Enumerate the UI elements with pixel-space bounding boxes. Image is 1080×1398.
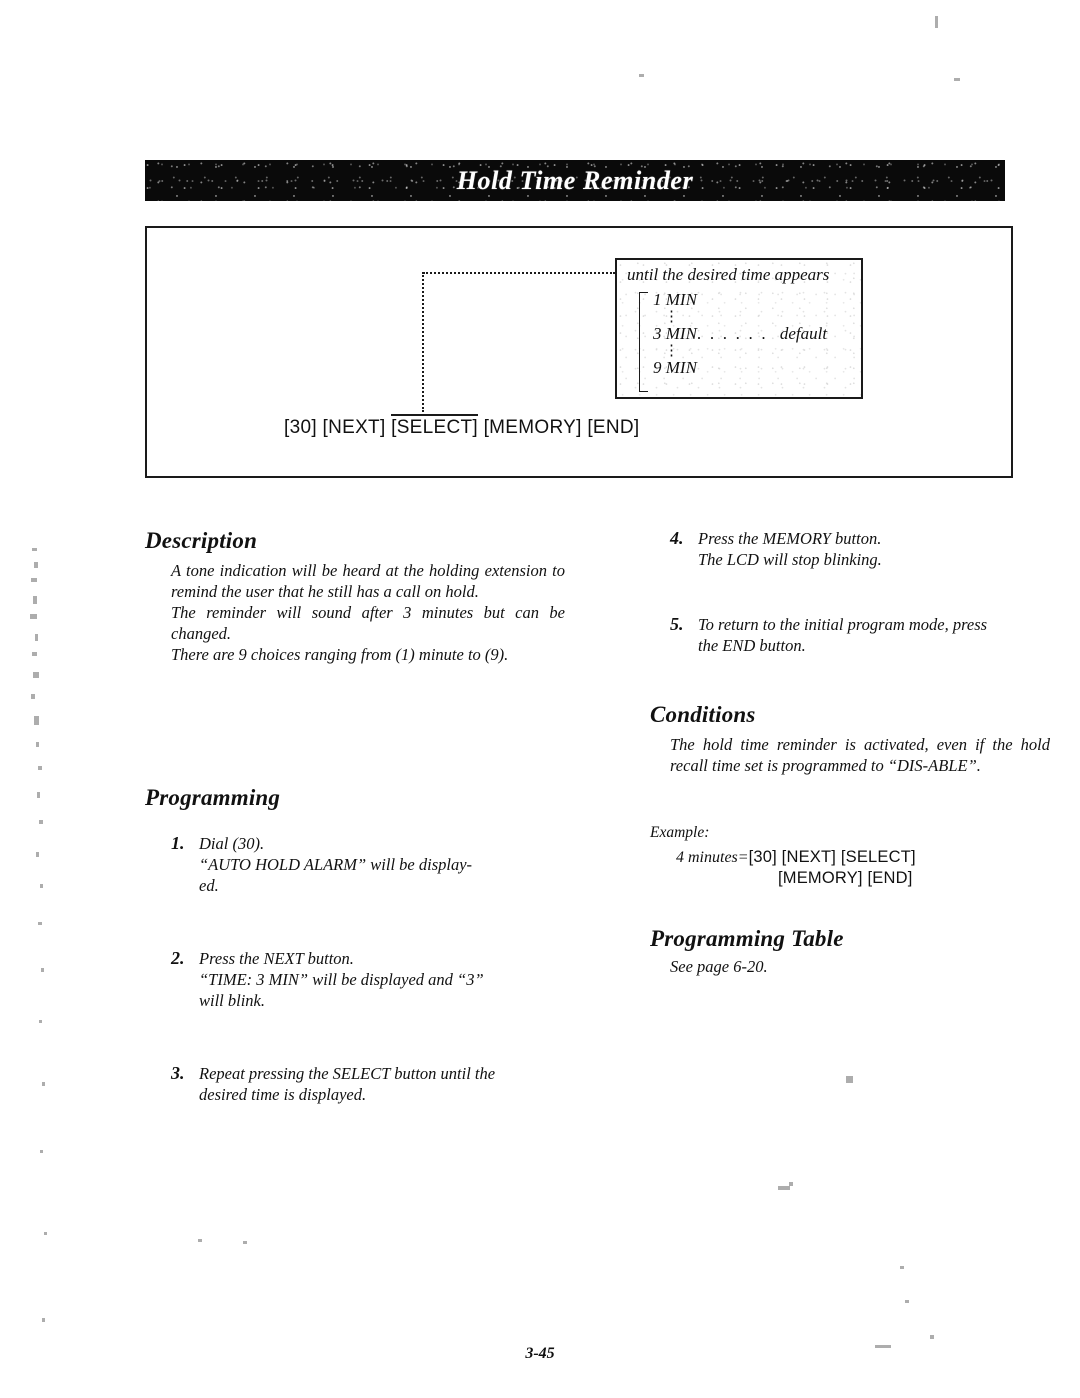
programming-step-3: 3. Repeat pressing the SELECT button unt… <box>171 1063 565 1105</box>
bracket-brace-icon <box>639 292 648 392</box>
page-title: Hold Time Reminder <box>456 165 694 195</box>
key-end: [END] <box>587 417 640 438</box>
option-3-min-note: default <box>779 324 828 343</box>
callout-option-list: 1 MIN ⋮ 3 MIN. . . . . . default ⋮ 9 MIN <box>639 290 854 392</box>
option-1-min-label: 1 MIN <box>653 290 697 309</box>
example-keys-line-1: [30] [NEXT] [SELECT] <box>748 848 916 866</box>
option-3-min-label: 3 MIN <box>653 324 697 343</box>
programming-table-body: See page 6-20. <box>670 956 1050 977</box>
option-brace-group: 1 MIN ⋮ 3 MIN. . . . . . default ⋮ 9 MIN <box>639 290 854 392</box>
step-1-line-3: ed. <box>199 876 219 895</box>
example-block: Example: 4 minutes=[30] [NEXT] [SELECT] … <box>650 824 1050 888</box>
example-lhs: 4 minutes= <box>676 849 749 866</box>
programming-step-5: 5. To return to the initial program mode… <box>670 614 1050 656</box>
callout-heading: until the desired time appears <box>627 265 830 284</box>
description-paragraph-3: There are 9 choices ranging from (1) min… <box>171 645 509 664</box>
programming-step-1: 1. Dial (30). “AUTO HOLD ALARM” will be … <box>171 833 565 896</box>
connector-line-vertical <box>422 272 424 412</box>
step-5-line-1: To return to the initial program mode, p… <box>698 615 988 634</box>
programming-table-heading: Programming Table <box>650 926 844 951</box>
key-memory: [MEMORY] <box>483 417 582 438</box>
step-4-line-1: Press the MEMORY button. <box>698 529 882 548</box>
option-3-min-leader: . . . . . . <box>696 324 768 343</box>
description-heading: Description <box>145 528 258 553</box>
option-1-min: 1 MIN <box>653 290 854 310</box>
connector-line-horizontal <box>423 272 615 274</box>
option-3-min: 3 MIN. . . . . . default <box>653 324 854 344</box>
section-header-banner: Hold Time Reminder <box>145 160 1005 201</box>
programming-diagram-frame <box>145 226 1013 478</box>
description-paragraph-2: The reminder will sound after 3 minutes … <box>171 603 565 643</box>
step-2-line-2: “TIME: 3 MIN” will be displayed and “3” <box>199 970 484 989</box>
option-9-min-label: 9 MIN <box>653 358 697 377</box>
programming-table-reference: See page 6-20. <box>670 957 768 976</box>
conditions-body: The hold time reminder is activated, eve… <box>670 734 1050 776</box>
description-paragraph-1: A tone indication will be heard at the h… <box>171 561 565 601</box>
step-5-number: 5. <box>670 614 684 634</box>
key-sequence-line: [30] [NEXT] [SELECT] [MEMORY] [END] <box>284 414 640 439</box>
programming-steps-left: 1. Dial (30). “AUTO HOLD ALARM” will be … <box>171 833 565 1105</box>
left-column: Description A tone indication will be he… <box>145 528 565 1105</box>
example-line-2: [MEMORY] [END] <box>778 869 1050 888</box>
programming-step-4: 4. Press the MEMORY button. The LCD will… <box>670 528 1050 570</box>
page-number: 3-45 <box>525 1345 555 1362</box>
key-30: [30] <box>284 417 317 438</box>
example-keys-line-2: [MEMORY] [END] <box>778 869 913 887</box>
step-5-line-2: the END button. <box>698 636 806 655</box>
step-1-line-1: Dial (30). <box>199 834 265 853</box>
step-4-number: 4. <box>670 528 684 548</box>
step-3-line-1: Repeat pressing the SELECT button until … <box>199 1064 496 1083</box>
step-3-line-2: desired time is displayed. <box>199 1085 367 1104</box>
time-options-callout: until the desired time appears 1 MIN ⋮ 3… <box>615 258 863 399</box>
example-line-1: 4 minutes=[30] [NEXT] [SELECT] <box>676 848 1050 867</box>
step-2-line-3: will blink. <box>199 991 265 1010</box>
key-select: [SELECT] <box>391 414 478 438</box>
step-1-line-2: “AUTO HOLD ALARM” will be display- <box>199 855 473 874</box>
conditions-text: The hold time reminder is activated, eve… <box>670 735 1050 775</box>
conditions-heading: Conditions <box>650 702 756 727</box>
example-label: Example: <box>650 824 710 841</box>
option-9-min: 9 MIN <box>653 358 854 378</box>
vertical-ellipsis-icon-bottom: ⋮ <box>664 343 679 359</box>
right-column: 4. Press the MEMORY button. The LCD will… <box>650 528 1050 977</box>
step-4-line-2: The LCD will stop blinking. <box>698 550 882 569</box>
programming-steps-right: 4. Press the MEMORY button. The LCD will… <box>670 528 1050 656</box>
description-body: A tone indication will be heard at the h… <box>171 560 565 665</box>
step-3-number: 3. <box>171 1063 185 1083</box>
programming-heading: Programming <box>145 785 281 810</box>
step-2-line-1: Press the NEXT button. <box>199 949 354 968</box>
step-2-number: 2. <box>171 948 185 968</box>
vertical-ellipsis-icon-top: ⋮ <box>664 309 679 325</box>
step-1-number: 1. <box>171 833 185 853</box>
programming-step-2: 2. Press the NEXT button. “TIME: 3 MIN” … <box>171 948 565 1011</box>
key-next: [NEXT] <box>322 417 386 438</box>
